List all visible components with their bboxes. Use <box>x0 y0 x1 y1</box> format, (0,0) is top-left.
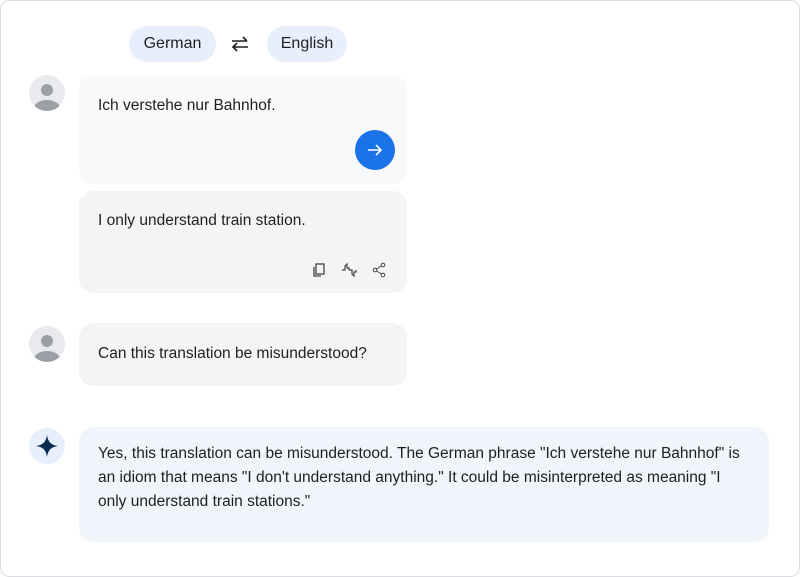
avatar-icon <box>29 326 65 362</box>
question-text: Can this translation be misunderstood? <box>98 345 367 362</box>
send-arrow-icon <box>368 144 383 156</box>
avatar-icon <box>29 75 65 111</box>
user-question: Can this translation be misunderstood? <box>79 323 407 386</box>
response-text: Yes, this translation can be misundersto… <box>98 445 740 510</box>
send-button[interactable] <box>355 130 395 170</box>
thumbs-up-down-icon[interactable] <box>341 262 357 278</box>
assistant-response: Yes, this translation can be misundersto… <box>79 427 769 542</box>
user-message-input[interactable]: Ich verstehe nur Bahnhof. <box>79 76 407 184</box>
target-language-button[interactable]: English <box>267 26 347 62</box>
sparkle-icon <box>29 428 65 464</box>
translation-text: I only understand train station. <box>98 212 306 229</box>
message-text: Ich verstehe nur Bahnhof. <box>98 97 276 114</box>
share-icon[interactable] <box>371 262 387 278</box>
translation-result: I only understand train station. <box>79 191 407 293</box>
copy-icon[interactable] <box>311 262 327 278</box>
source-language-button[interactable]: German <box>129 26 216 62</box>
swap-icon[interactable] <box>229 33 251 55</box>
